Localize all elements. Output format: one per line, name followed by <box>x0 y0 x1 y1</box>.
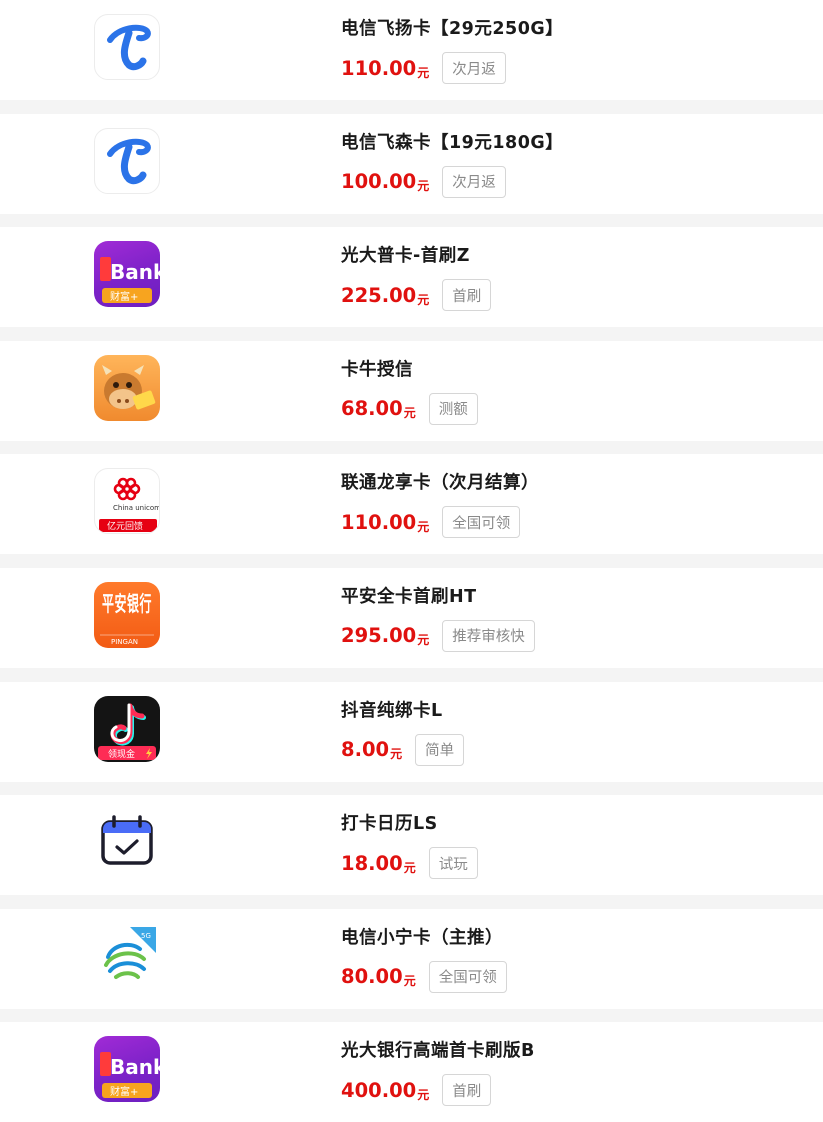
price-row: 18.00 元 试玩 <box>341 847 478 880</box>
item-tag: 全国可领 <box>428 960 507 993</box>
price-row: 8.00 元 简单 <box>341 733 465 766</box>
price-unit: 元 <box>403 860 416 875</box>
product-list: 电信飞扬卡【29元250G】 110.00 元 次月返 电信飞森卡【19元180… <box>0 0 823 1122</box>
china-mobile-5g-icon: 5G <box>94 922 160 989</box>
item-tag: 首刷 <box>442 1074 492 1107</box>
item-title: 卡牛授信 <box>341 359 413 380</box>
price-unit: 元 <box>390 747 403 762</box>
list-item[interactable]: 领现金 抖音纯绑卡L 8.00 元 简单 <box>0 681 823 782</box>
calendar-check-icon <box>94 809 160 876</box>
list-item[interactable]: 卡牛授信 68.00 元 测额 <box>0 340 823 441</box>
item-title: 电信飞森卡【19元180G】 <box>341 132 564 153</box>
icon-text: Bank <box>110 1055 160 1079</box>
item-price: 8.00 <box>341 738 390 762</box>
item-title: 光大普卡-首刷Z <box>341 246 470 267</box>
item-tag: 次月返 <box>442 52 506 84</box>
price-row: 68.00 元 测额 <box>341 392 478 425</box>
list-item[interactable]: 5G 电信小宁卡（主推） 80.00 元 全国可领 <box>0 908 823 1009</box>
icon-text: 平安银行 <box>102 592 152 616</box>
pingan-bank-icon: 平安银行 PINGAN <box>94 581 160 648</box>
item-tag: 全国可领 <box>442 506 521 539</box>
item-price: 295.00 <box>341 624 417 648</box>
list-item[interactable]: Bank 财富+ 光大普卡-首刷Z 225.00 元 首刷 <box>0 227 823 328</box>
price-row: 295.00 元 推荐审核快 <box>341 619 535 652</box>
price-unit: 元 <box>403 974 416 989</box>
item-title: 电信飞扬卡【29元250G】 <box>341 19 564 39</box>
list-item[interactable]: Bank 财富+ 光大银行高端首卡刷版B 400.00 元 首刷 <box>0 1022 823 1122</box>
icon-text: 5G <box>141 932 151 940</box>
item-tag: 试玩 <box>428 847 478 880</box>
price-unit: 元 <box>403 406 416 421</box>
item-price: 110.00 <box>341 510 417 534</box>
price-unit: 元 <box>417 1087 430 1102</box>
list-item[interactable]: 平安银行 PINGAN 平安全卡首刷HT 295.00 元 推荐审核快 <box>0 567 823 668</box>
list-item[interactable]: 电信飞森卡【19元180G】 100.00 元 次月返 <box>0 113 823 214</box>
item-title: 联通龙享卡（次月结算） <box>341 473 539 494</box>
price-unit: 元 <box>417 519 430 534</box>
icon-subtext: 财富+ <box>110 1085 138 1098</box>
douyin-icon: 领现金 <box>94 695 160 762</box>
item-tag: 简单 <box>415 733 465 766</box>
icon-subtext: 领现金 <box>108 748 135 760</box>
item-title: 打卡日历LS <box>341 814 438 835</box>
item-price: 225.00 <box>341 283 417 307</box>
item-price: 400.00 <box>341 1078 417 1102</box>
item-title: 抖音纯绑卡L <box>341 700 443 721</box>
china-unicom-icon: China unicom 亿元回馈 <box>94 468 160 535</box>
price-row: 100.00 元 次月返 <box>341 165 506 198</box>
item-tag: 首刷 <box>442 279 492 312</box>
price-row: 80.00 元 全国可领 <box>341 960 507 993</box>
kaniu-cow-icon <box>94 354 160 421</box>
price-unit: 元 <box>417 179 430 194</box>
item-title: 电信小宁卡（主推） <box>341 927 503 948</box>
item-tag: 测额 <box>428 392 478 425</box>
item-price: 18.00 <box>341 851 403 875</box>
price-unit: 元 <box>417 633 430 648</box>
item-tag: 次月返 <box>442 165 506 198</box>
item-price: 100.00 <box>341 170 417 194</box>
icon-subtext: PINGAN <box>111 638 138 646</box>
price-row: 225.00 元 首刷 <box>341 279 492 312</box>
list-item[interactable]: 打卡日历LS 18.00 元 试玩 <box>0 795 823 896</box>
list-item[interactable]: China unicom 亿元回馈 联通龙享卡（次月结算） 110.00 元 全… <box>0 454 823 555</box>
price-row: 110.00 元 全国可领 <box>341 506 521 539</box>
china-telecom-icon <box>94 14 160 80</box>
item-tag: 推荐审核快 <box>442 619 535 652</box>
icon-text: China unicom <box>113 504 160 512</box>
cebbank-app-icon: Bank 财富+ <box>94 241 160 308</box>
icon-subtext: 亿元回馈 <box>107 520 143 532</box>
item-price: 68.00 <box>341 397 403 421</box>
icon-subtext: 财富+ <box>110 290 138 303</box>
item-price: 80.00 <box>341 965 403 989</box>
price-row: 110.00 元 次月返 <box>341 52 506 84</box>
item-title: 平安全卡首刷HT <box>341 586 477 607</box>
list-item[interactable]: 电信飞扬卡【29元250G】 110.00 元 次月返 <box>0 0 823 100</box>
icon-text: Bank <box>110 260 160 284</box>
china-telecom-icon <box>94 127 160 194</box>
price-unit: 元 <box>417 292 430 307</box>
cebbank-app-icon: Bank 财富+ <box>94 1036 160 1103</box>
item-price: 110.00 <box>341 56 417 80</box>
item-title: 光大银行高端首卡刷版B <box>341 1041 535 1062</box>
price-unit: 元 <box>417 65 430 80</box>
price-row: 400.00 元 首刷 <box>341 1074 492 1107</box>
